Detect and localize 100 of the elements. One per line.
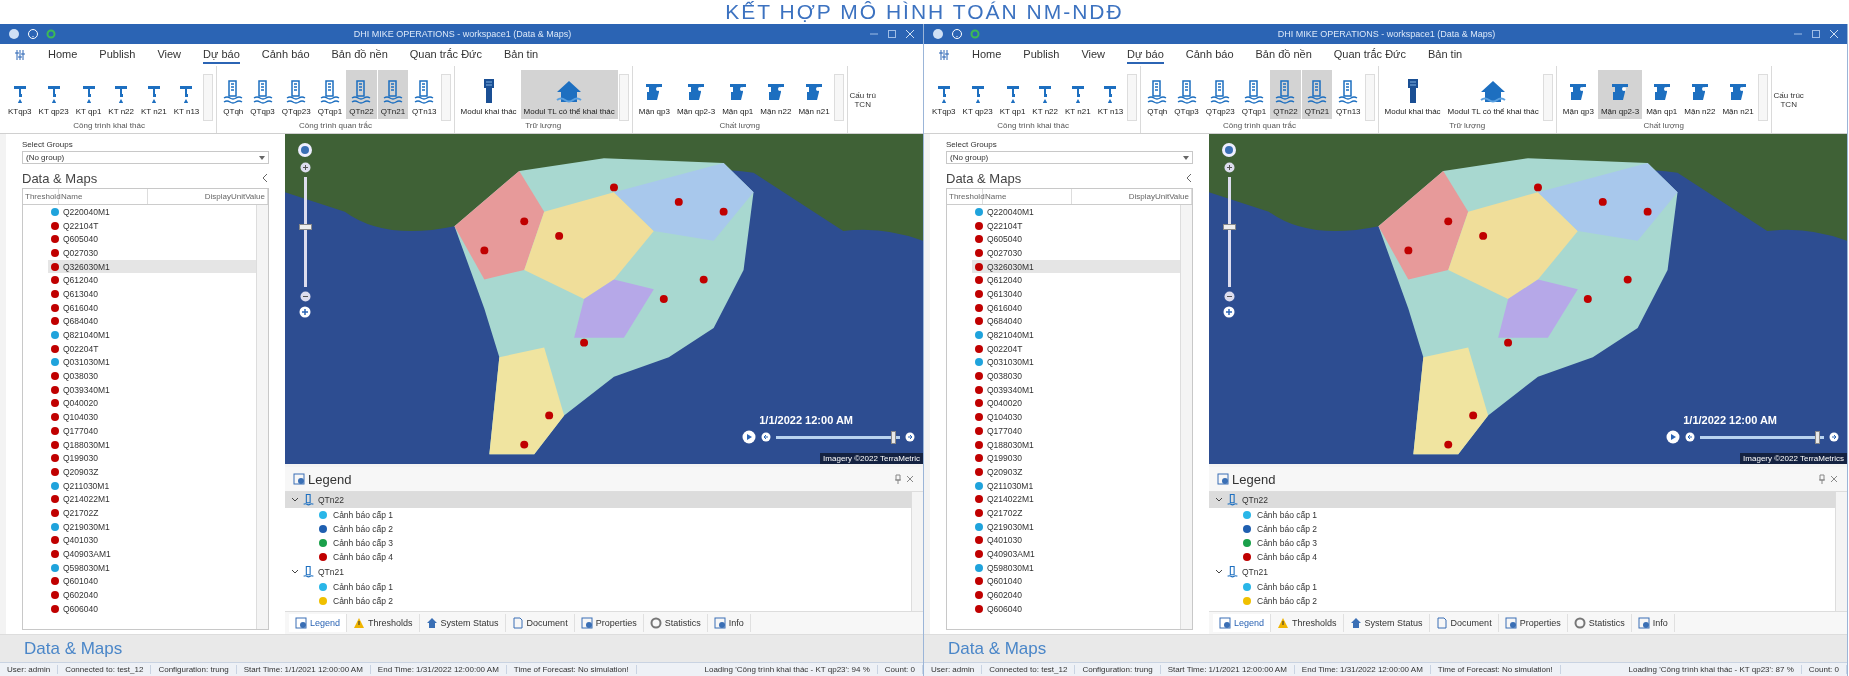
station-row[interactable]: Q177040 <box>947 424 1180 438</box>
ribbon-tab[interactable]: Bản tin <box>503 46 539 64</box>
ribbon-button[interactable]: Mặn qp2-3 <box>673 70 719 119</box>
panel-tab[interactable]: Document <box>505 614 575 632</box>
ribbon-button[interactable]: QTn13 <box>409 70 440 119</box>
ribbon-button[interactable]: Modul TL có thể khai thác <box>1444 70 1542 119</box>
scrollbar[interactable] <box>911 492 923 611</box>
station-row[interactable]: Q598030M1 <box>23 560 256 575</box>
ribbon-tab[interactable]: Home <box>972 46 1002 64</box>
column-header[interactable]: Name <box>983 189 1072 204</box>
scrollbar[interactable] <box>1180 205 1192 629</box>
ribbon-button[interactable]: Modul khai thác <box>1381 70 1444 119</box>
ribbon-button[interactable]: Modul khai thác <box>457 70 520 119</box>
station-row[interactable]: Q821040M1 <box>947 328 1180 342</box>
ribbon-button[interactable]: Mặn qp1 <box>719 70 757 119</box>
legend-group[interactable]: QTn22 <box>1209 492 1835 508</box>
ribbon-button[interactable]: Mặn n22 <box>757 70 795 119</box>
station-marker[interactable] <box>520 440 529 449</box>
scrollbar[interactable] <box>1835 492 1847 611</box>
column-header[interactable]: DisplayUnitValue <box>148 189 268 204</box>
station-row[interactable]: Q40903AM1 <box>23 547 256 561</box>
station-row[interactable]: Q219030M1 <box>23 519 256 534</box>
station-row[interactable]: Q104030 <box>947 410 1180 424</box>
station-row[interactable]: Q188030M1 <box>23 437 256 452</box>
panel-tab[interactable]: Legend <box>289 614 348 632</box>
station-row[interactable]: Q602040 <box>23 588 256 602</box>
ribbon-button[interactable]: QTn13 <box>1333 70 1364 119</box>
station-marker[interactable] <box>1623 275 1632 284</box>
ribbon-tab[interactable]: Quan trắc Đức <box>409 46 482 64</box>
ribbon-button[interactable]: KT qp23 <box>959 70 996 119</box>
ribbon-button[interactable]: QTqp3 <box>1171 70 1202 119</box>
ribbon-tab[interactable]: Publish <box>1023 46 1060 64</box>
station-marker[interactable] <box>610 183 618 192</box>
ribbon-button[interactable]: QTqp1 <box>314 70 346 119</box>
ribbon-tab[interactable]: Publish <box>99 46 136 64</box>
ribbon-button[interactable]: KT n13 <box>1094 70 1127 119</box>
ribbon-button[interactable]: Cấu trú TCN <box>847 66 878 133</box>
station-row[interactable]: Q02204T <box>947 341 1180 356</box>
station-row[interactable]: Q613040 <box>23 287 256 301</box>
legend-group[interactable]: QTn22 <box>285 492 911 508</box>
station-row[interactable]: Q401030 <box>947 533 1180 548</box>
station-row[interactable]: Q605040 <box>23 232 256 247</box>
station-row[interactable]: Q22104T <box>23 218 256 233</box>
ribbon-button[interactable]: QTn22 <box>1270 70 1301 119</box>
ribbon-tab[interactable]: Cảnh báo <box>261 46 310 64</box>
station-row[interactable]: Q684040 <box>947 314 1180 329</box>
station-row[interactable]: Q211030M1 <box>23 478 256 493</box>
station-row[interactable]: Q188030M1 <box>947 437 1180 452</box>
panel-tab[interactable]: Info <box>1631 614 1675 632</box>
station-row[interactable]: Q039340M1 <box>947 382 1180 397</box>
station-marker[interactable] <box>659 295 668 303</box>
station-row[interactable]: Q211030M1 <box>947 478 1180 493</box>
ribbon-button[interactable]: KT n21 <box>1062 70 1094 119</box>
slider-thumb[interactable] <box>1222 223 1236 230</box>
station-row[interactable]: Q040020 <box>947 396 1180 411</box>
station-marker[interactable] <box>1404 246 1413 255</box>
ribbon-button[interactable]: KT qp23 <box>35 70 72 119</box>
station-row[interactable]: Q214022M1 <box>23 492 256 507</box>
station-marker[interactable] <box>1444 217 1453 226</box>
station-row[interactable]: Q220040M1 <box>947 205 1180 219</box>
station-row[interactable]: Q613040 <box>947 287 1180 301</box>
station-row[interactable]: Q031030M1 <box>947 355 1180 370</box>
scrollbar[interactable] <box>256 205 268 629</box>
column-header[interactable]: Name <box>59 189 148 204</box>
station-row[interactable]: Q612040 <box>947 273 1180 288</box>
ribbon-tab[interactable]: Bản tin <box>1427 46 1463 64</box>
station-row[interactable]: Q616040 <box>947 300 1180 315</box>
ribbon-button[interactable]: QTn21 <box>1301 70 1333 119</box>
station-row[interactable]: Q199030 <box>23 451 256 466</box>
station-marker[interactable] <box>480 246 489 255</box>
ribbon-button[interactable]: KT n21 <box>138 70 170 119</box>
ribbon-button[interactable]: Modul TL có thể khai thác <box>520 70 618 119</box>
panel-tab[interactable]: Statistics <box>643 614 708 632</box>
station-marker[interactable] <box>719 207 728 216</box>
station-row[interactable]: Q199030 <box>947 451 1180 466</box>
station-row[interactable]: Q031030M1 <box>23 355 256 370</box>
panel-tab[interactable]: Statistics <box>1567 614 1632 632</box>
station-row[interactable]: Q612040 <box>23 273 256 288</box>
panel-tab[interactable]: Legend <box>1213 614 1272 632</box>
station-marker[interactable] <box>1534 183 1542 192</box>
ribbon-button[interactable]: KT n22 <box>1029 70 1061 119</box>
station-row[interactable]: Q214022M1 <box>947 492 1180 507</box>
station-row[interactable]: Q040020 <box>23 396 256 411</box>
station-row[interactable]: Q038030 <box>947 369 1180 383</box>
station-marker[interactable] <box>1469 411 1478 420</box>
ribbon-button[interactable]: Mặn n21 <box>795 70 833 119</box>
station-row[interactable]: Q104030 <box>23 410 256 424</box>
ribbon-tab[interactable]: View <box>1081 46 1106 64</box>
station-marker[interactable] <box>1598 198 1607 206</box>
ribbon-button[interactable]: Mặn n21 <box>1719 70 1757 119</box>
ribbon-button[interactable]: Mặn qp3 <box>1559 70 1597 119</box>
station-row[interactable]: Q602040 <box>947 588 1180 602</box>
station-marker[interactable] <box>555 232 564 240</box>
ribbon-button[interactable]: QTqp23 <box>278 70 314 119</box>
station-marker[interactable] <box>1643 207 1652 216</box>
ribbon-button[interactable]: QTn22 <box>346 70 377 119</box>
station-row[interactable]: Q401030 <box>23 533 256 548</box>
slider-thumb[interactable] <box>891 430 897 444</box>
ribbon-tab[interactable]: Quan trắc Đức <box>1333 46 1406 64</box>
station-row[interactable]: Q684040 <box>23 314 256 329</box>
